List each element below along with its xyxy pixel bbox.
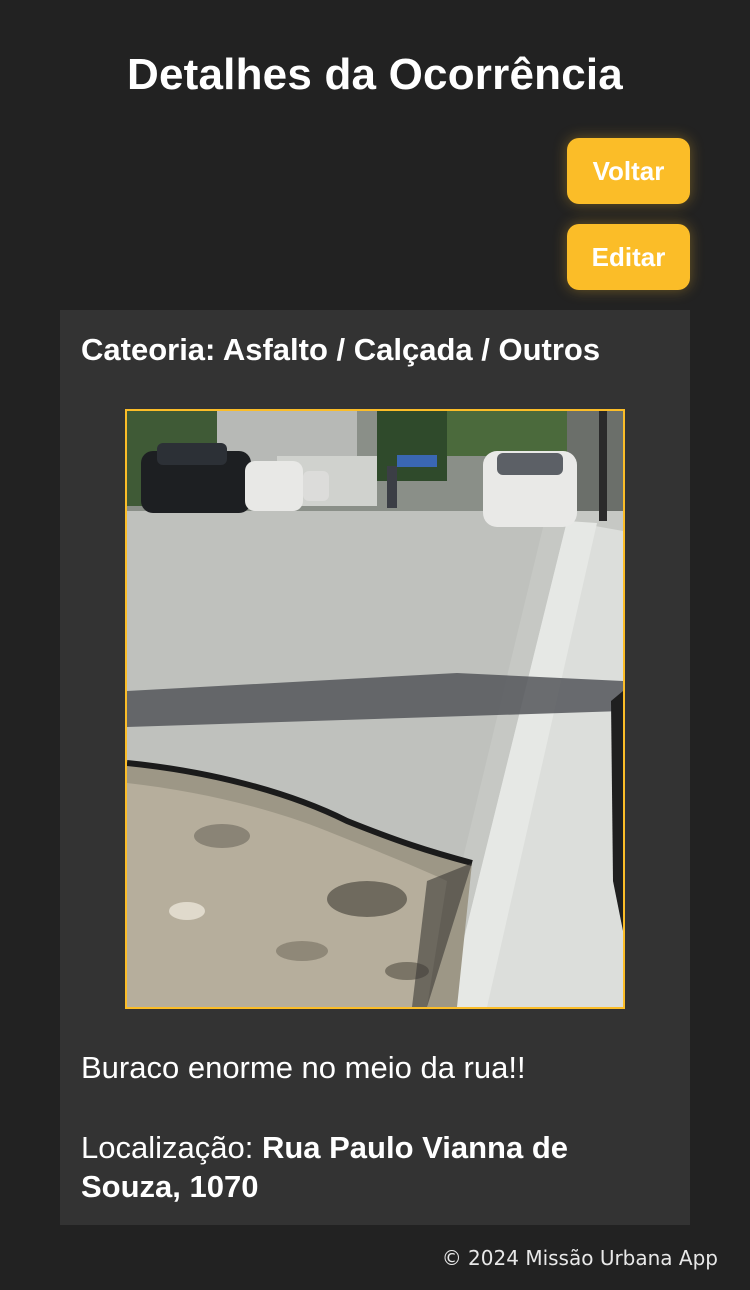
back-button[interactable]: Voltar <box>567 138 690 204</box>
page-title: Detalhes da Ocorrência <box>127 50 623 99</box>
edit-button[interactable]: Editar <box>567 224 690 290</box>
occurrence-category: Cateoria: Asfalto / Calçada / Outros <box>81 332 601 367</box>
footer-copyright: © 2024 Missão Urbana App <box>441 1246 718 1270</box>
occurrence-details-page: Detalhes da Ocorrência Voltar Editar Cat… <box>0 0 750 1290</box>
location-label: Localização: <box>81 1130 262 1165</box>
occurrence-photo <box>125 409 625 1009</box>
occurrence-location: Localização: Rua Paulo Vianna de Souza, … <box>81 1128 641 1206</box>
occurrence-description: Buraco enorme no meio da rua!! <box>81 1050 526 1085</box>
occurrence-card: Cateoria: Asfalto / Calçada / Outros Bur… <box>60 310 690 1225</box>
